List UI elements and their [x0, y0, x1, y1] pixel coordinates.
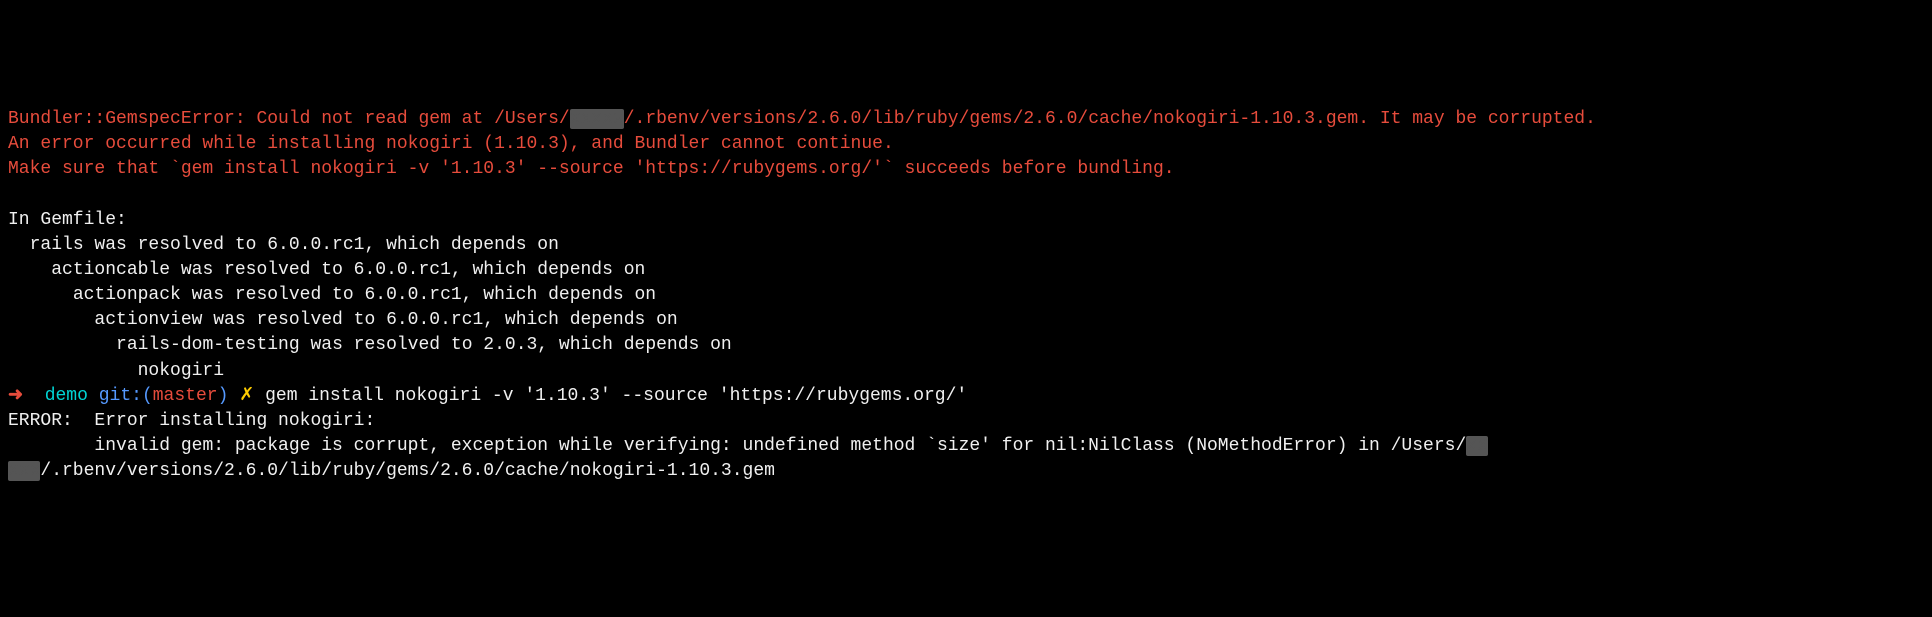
git-dirty-icon: ✗: [239, 386, 254, 406]
bundler-error-line1: Bundler::GemspecError: Could not read ge…: [8, 107, 1924, 132]
output-text-part1: invalid gem: package is corrupt, excepti…: [8, 436, 1466, 456]
bundler-error-line3: Make sure that `gem install nokogiri -v …: [8, 157, 1924, 182]
gemfile-dep-actionpack: actionpack was resolved to 6.0.0.rc1, wh…: [8, 283, 1924, 308]
error-text-part1: Bundler::GemspecError: Could not read ge…: [8, 109, 570, 129]
git-close: ): [218, 386, 229, 406]
output-error-line1: ERROR: Error installing nokogiri:: [8, 409, 1924, 434]
output-error-line2: invalid gem: package is corrupt, excepti…: [8, 434, 1924, 459]
prompt-line[interactable]: ➜ demo git:(master) ✗ gem install nokogi…: [8, 384, 1924, 409]
gemfile-dep-nokogiri: nokogiri: [8, 359, 1924, 384]
git-label: git:(: [99, 386, 153, 406]
output-error-line3: xxx/.rbenv/versions/2.6.0/lib/ruby/gems/…: [8, 459, 1924, 484]
gemfile-header: In Gemfile:: [8, 208, 1924, 233]
redacted-username-3: xxx: [8, 461, 40, 481]
gemfile-dep-rails-dom-testing: rails-dom-testing was resolved to 2.0.3,…: [8, 333, 1924, 358]
gemfile-dep-actionview: actionview was resolved to 6.0.0.rc1, wh…: [8, 308, 1924, 333]
redacted-username: xxxxx: [570, 109, 624, 129]
bundler-error-line2: An error occurred while installing nokog…: [8, 132, 1924, 157]
prompt-arrow-icon: ➜: [8, 386, 23, 406]
error-text-part2: /.rbenv/versions/2.6.0/lib/ruby/gems/2.6…: [624, 109, 1596, 129]
command-input[interactable]: gem install nokogiri -v '1.10.3' --sourc…: [265, 386, 967, 406]
git-branch: master: [153, 386, 218, 406]
blank-line: [8, 182, 1924, 207]
gemfile-dep-rails: rails was resolved to 6.0.0.rc1, which d…: [8, 233, 1924, 258]
prompt-directory: demo: [45, 386, 88, 406]
output-text-part2: /.rbenv/versions/2.6.0/lib/ruby/gems/2.6…: [40, 461, 775, 481]
gemfile-dep-actioncable: actioncable was resolved to 6.0.0.rc1, w…: [8, 258, 1924, 283]
redacted-username-2: xx: [1466, 436, 1488, 456]
